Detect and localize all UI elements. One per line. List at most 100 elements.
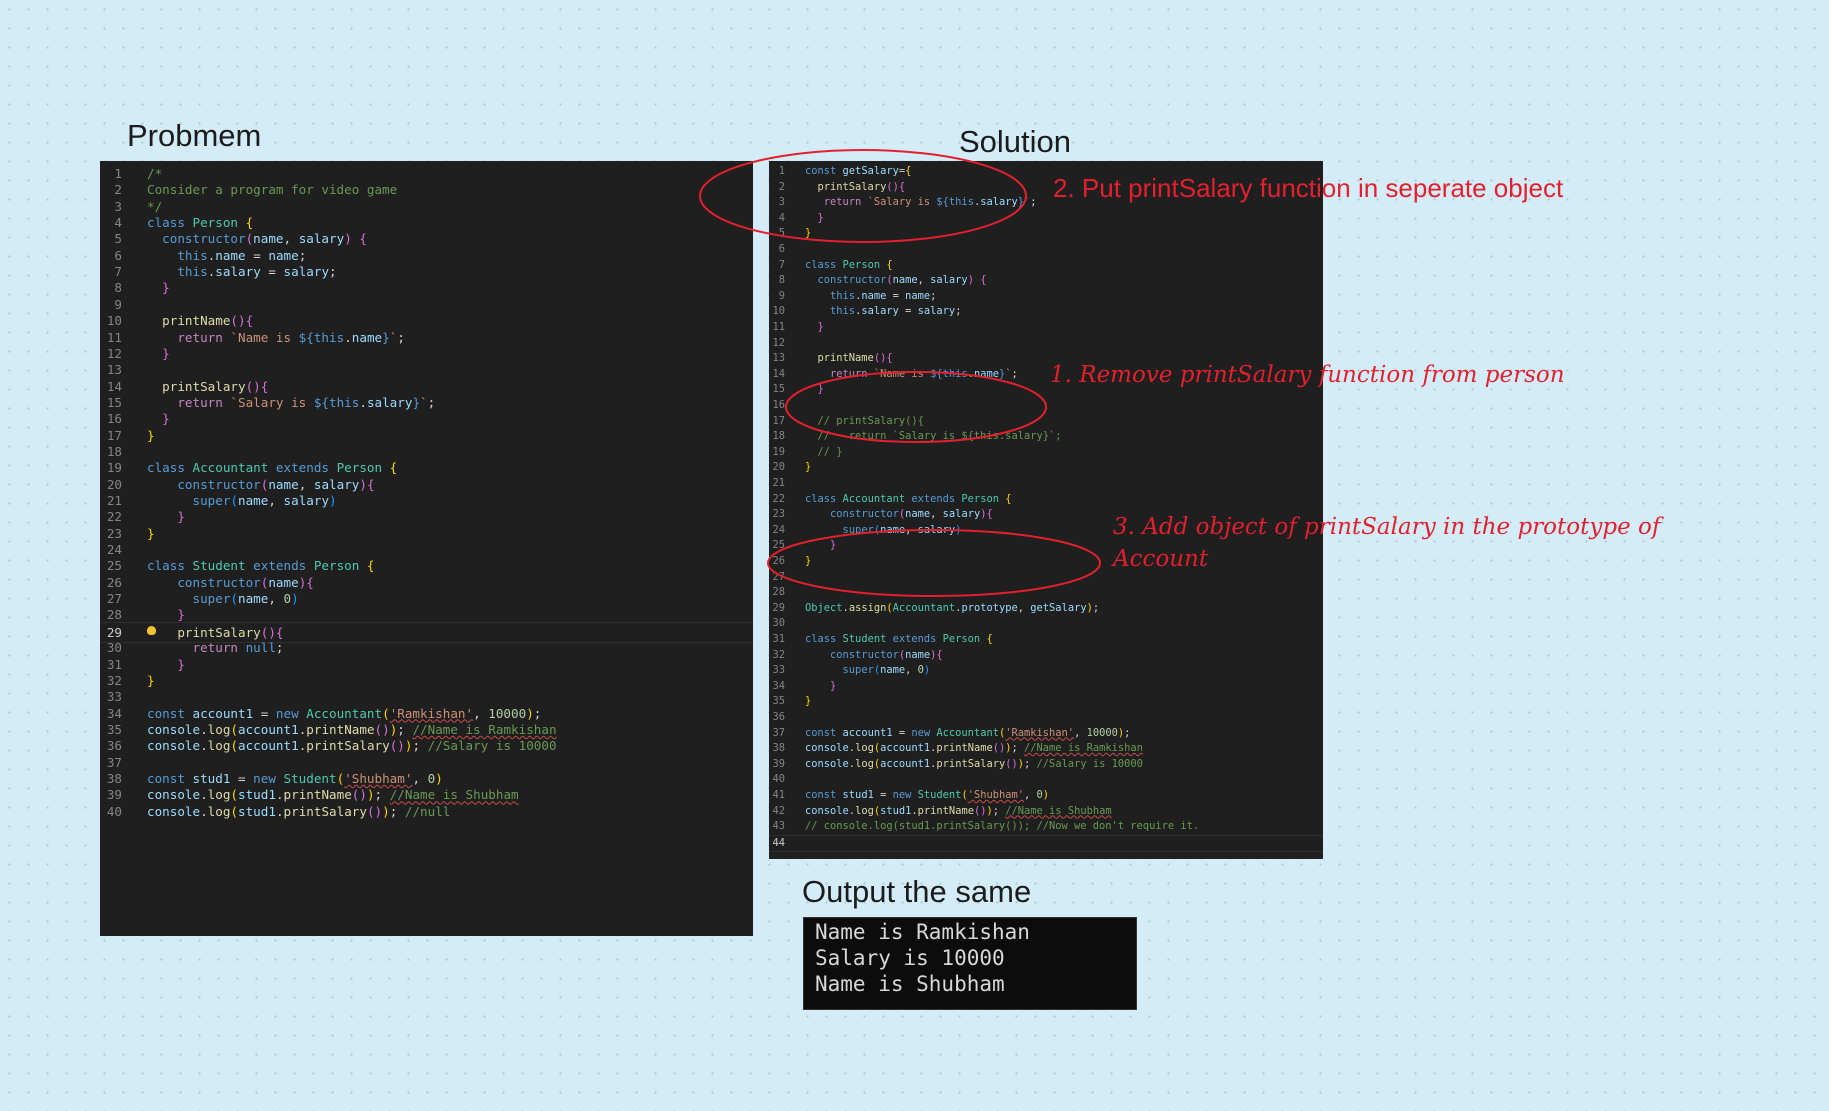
code-token: { xyxy=(389,460,398,476)
code-token: `Name is xyxy=(873,367,931,380)
problem-code-editor[interactable]: 1/* 2 Consider a program for video game 3 */… xyxy=(100,161,753,936)
code-text: console.log(stud1.printSalary()); //null xyxy=(147,802,450,821)
code-line[interactable]: 36 xyxy=(769,710,1323,726)
code-line[interactable]: 6 xyxy=(769,242,1323,258)
code-line[interactable]: 43 // console.log(stud1.printSalary()); /… xyxy=(769,819,1323,835)
code-token: . xyxy=(200,787,208,803)
code-token: (){ xyxy=(873,352,893,365)
code-line[interactable]: 16 xyxy=(769,398,1323,414)
code-line[interactable]: 27 xyxy=(769,570,1323,586)
code-token: () xyxy=(992,742,1006,755)
code-token: ; xyxy=(1124,726,1131,739)
code-token: account1 xyxy=(238,738,299,754)
code-token: Person xyxy=(192,215,246,231)
code-line[interactable]: 20} xyxy=(769,460,1323,476)
code-line[interactable]: 31 class Student extends Person { xyxy=(769,632,1323,648)
code-token: getSalary xyxy=(1030,601,1087,614)
code-token: 10000 xyxy=(1086,726,1118,739)
code-token: . xyxy=(344,329,352,345)
code-line[interactable]: 35} xyxy=(769,694,1323,710)
code-line[interactable]: 39 console.log(account1.printSalary()); /… xyxy=(769,757,1323,773)
line-number: 40 xyxy=(106,803,122,819)
code-token: 10000 xyxy=(488,705,527,721)
code-token: stud1 xyxy=(238,787,276,803)
code-text: return `Salary is ${this.salary}`; xyxy=(805,195,1037,211)
code-token: printSalary xyxy=(306,738,390,754)
code-token: console xyxy=(805,742,849,755)
code-line[interactable]: 30 xyxy=(769,616,1323,632)
code-line[interactable]: 25 } xyxy=(769,538,1323,554)
code-line[interactable]: 38 console.log(account1.printName()); //N… xyxy=(769,741,1323,757)
line-number: 7 xyxy=(778,258,785,271)
line-number: 39 xyxy=(772,757,785,770)
line-number: 25 xyxy=(772,539,785,552)
code-line[interactable]: 32 constructor(name){ xyxy=(769,648,1323,664)
code-token: } xyxy=(147,525,155,541)
code-token: salary xyxy=(313,476,360,492)
code-token: } xyxy=(817,211,824,224)
code-text: const stud1 = new Student('Shubham', 0) xyxy=(805,788,1049,804)
code-token: , xyxy=(1017,601,1031,614)
code-line[interactable]: 19 // } xyxy=(769,445,1323,461)
code-token: name xyxy=(253,231,284,247)
code-line[interactable]: 42 console.log(stud1.printName()); //Name… xyxy=(769,804,1323,820)
code-line[interactable]: 10 this.salary = salary; xyxy=(769,304,1323,320)
code-token: salary xyxy=(215,264,261,280)
line-number: 41 xyxy=(772,789,785,801)
code-line[interactable]: 11 } xyxy=(769,320,1323,336)
code-token: //null xyxy=(404,803,451,819)
code-token: ${ xyxy=(298,329,314,345)
code-token: new xyxy=(275,705,307,721)
code-token: this xyxy=(329,394,360,410)
code-line[interactable]: 5} xyxy=(769,226,1323,242)
code-token: prototype xyxy=(961,601,1018,614)
code-token: this xyxy=(313,329,345,345)
code-token: name xyxy=(973,367,999,380)
code-line[interactable]: 12 xyxy=(769,336,1323,352)
code-line[interactable]: 34 } xyxy=(769,679,1323,695)
code-line[interactable]: 44 xyxy=(769,834,1323,853)
code-token: ) xyxy=(923,664,931,677)
code-line[interactable]: 37 const account1 = new Accountant('Ramki… xyxy=(769,726,1323,742)
code-line[interactable]: 8 constructor(name, salary) { xyxy=(769,273,1323,289)
code-line[interactable]: 4 } xyxy=(769,211,1323,227)
line-number: 3 xyxy=(778,196,785,209)
code-line[interactable]: 28 xyxy=(769,585,1323,601)
code-line[interactable]: 40 console.log(stud1.printSalary()); //nu… xyxy=(100,802,753,821)
line-number: 23 xyxy=(772,508,785,521)
code-line[interactable]: 26} xyxy=(769,554,1323,570)
code-token: Accountant xyxy=(192,460,276,476)
code-token: ( xyxy=(230,803,239,819)
code-token: printName xyxy=(936,742,993,755)
code-line[interactable]: 40 xyxy=(769,772,1323,788)
code-token: salary xyxy=(980,196,1018,209)
solution-code-editor[interactable]: 1 const getSalary={2 printSalary(){3 retu… xyxy=(769,161,1323,859)
code-token: // } xyxy=(817,445,843,458)
code-token: ( xyxy=(230,493,239,508)
code-line[interactable]: 29 Object.assign(Accountant.prototype, ge… xyxy=(769,601,1323,617)
code-token: salary xyxy=(917,305,956,318)
code-token: 0 xyxy=(283,591,292,607)
code-token: ( xyxy=(230,787,239,803)
code-token: extends xyxy=(253,558,314,574)
code-line[interactable]: 41 const stud1 = new Student('Shubham', 0… xyxy=(769,788,1323,804)
code-line[interactable]: 18 // return `Salary is ${this.salary}`; xyxy=(769,429,1323,445)
code-token: ) xyxy=(366,787,375,803)
code-line[interactable]: 7 class Person { xyxy=(769,258,1323,274)
code-line[interactable]: 22 class Accountant extends Person { xyxy=(769,492,1323,508)
line-number: 8 xyxy=(778,274,785,287)
code-line[interactable]: 17 // printSalary(){ xyxy=(769,414,1323,430)
code-line[interactable]: 9 this.name = name; xyxy=(769,289,1323,305)
code-token: account1 xyxy=(842,726,893,739)
annotation-step-3-line-1: 3. Add object of printSalary in the prot… xyxy=(1113,514,1661,540)
code-line[interactable]: 21 xyxy=(769,476,1323,492)
code-line[interactable]: 33 super(name, 0) xyxy=(769,663,1323,679)
code-token: //Salary is 10000 xyxy=(1036,757,1143,770)
line-number: 18 xyxy=(772,430,785,443)
code-token: this xyxy=(177,264,208,280)
code-token: ) xyxy=(955,523,962,536)
